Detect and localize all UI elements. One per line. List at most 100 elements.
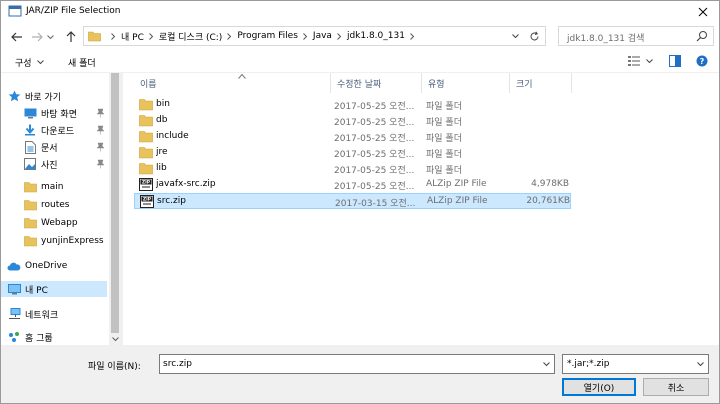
nav-label: 문서 [41,143,58,154]
column-type-label: 유형 [428,79,445,90]
column-header-type[interactable]: 유형 [422,73,510,93]
filetype-value: *.jar;*.zip [567,359,610,369]
pin-icon [96,125,105,135]
nav-item-yunjinexpress[interactable]: yunjinExpress [23,233,107,249]
organize-button[interactable]: 구성 [15,56,44,69]
filename-input[interactable]: src.zip [163,359,192,369]
nav-item-desktop[interactable]: 바탕 화면 [23,105,107,121]
help-button[interactable]: ? [696,55,708,67]
column-header-date[interactable]: 수정한 날짜 [331,73,422,93]
filetype-select[interactable]: *.jar;*.zip [562,354,709,374]
chevron-down-icon [696,361,704,366]
title-bar: JAR/ZIP File Selection [1,1,719,23]
search-icon [696,31,707,42]
window-title: JAR/ZIP File Selection [26,6,121,16]
search-input[interactable]: jdk1.8.0_131 검색 [567,31,644,44]
nav-scrollbar-thumb[interactable] [111,73,119,333]
nav-item-routes[interactable]: routes [23,197,107,213]
nav-item-network[interactable]: 네트워크 [7,306,113,322]
pin-icon [96,159,105,169]
folder-icon [139,163,153,175]
filetype-dropdown[interactable] [695,359,705,369]
file-type: ALZip ZIP File [426,179,487,189]
nav-label: 내 PC [25,285,48,296]
nav-item-this-pc[interactable]: 내 PC [1,281,107,297]
filename-field[interactable]: src.zip [159,354,555,374]
cancel-button[interactable]: 취소 [643,378,709,396]
file-row-include[interactable]: include 2017-05-25 오전... 파일 폴더 [134,129,571,145]
open-button[interactable]: 열기(O) [562,378,636,396]
forward-arrow-icon [32,32,43,42]
file-name: bin [156,99,170,109]
preview-pane-button[interactable] [669,55,681,67]
address-row: 내 PC 로컬 디스크 (C:) Program Files Java jdk1… [1,23,719,51]
address-bar[interactable]: 내 PC 로컬 디스크 (C:) Program Files Java jdk1… [83,26,546,46]
folder-icon [23,234,37,248]
file-row-db[interactable]: db 2017-05-25 오전... 파일 폴더 [134,113,571,129]
nav-scrollbar[interactable] [109,73,121,345]
nav-item-documents[interactable]: 문서 [23,139,107,155]
file-name: jre [156,147,168,157]
breadcrumb-local-disk[interactable]: 로컬 디스크 (C:) [159,30,222,43]
breadcrumb-jdk[interactable]: jdk1.8.0_131 [347,31,405,41]
file-date: 2017-05-25 오전... [334,150,415,160]
breadcrumb-java[interactable]: Java [313,31,332,41]
new-folder-button[interactable]: 새 폴더 [68,56,96,69]
nav-label: 사진 [41,160,58,171]
view-options-button[interactable] [627,55,653,67]
refresh-button[interactable] [527,29,541,43]
nav-item-main[interactable]: main [23,179,107,195]
breadcrumb-this-pc[interactable]: 내 PC [121,30,144,43]
nav-label: 홈 그룹 [25,333,53,344]
breadcrumb-program-files[interactable]: Program Files [237,31,298,41]
file-row-bin[interactable]: bin 2017-05-25 오전... 파일 폴더 [134,97,571,113]
folder-icon [139,147,153,159]
file-type: ALZip ZIP File [427,196,488,206]
column-date-label: 수정한 날짜 [337,79,382,90]
file-row-lib[interactable]: lib 2017-05-25 오전... 파일 폴더 [134,161,571,177]
nav-item-pictures[interactable]: 사진 [23,156,107,172]
nav-quick-access[interactable]: 바로 가기 [7,88,113,104]
recent-locations-button[interactable] [45,29,55,45]
filename-history-dropdown[interactable] [541,359,551,369]
pin-icon [96,142,105,152]
file-row-src-zip[interactable]: ZIP src.zip 2017-03-15 오전... ALZip ZIP F… [134,193,571,209]
back-button[interactable] [9,29,25,45]
nav-label: 바로 가기 [25,92,61,103]
file-name: src.zip [157,196,186,206]
nav-label: main [41,182,64,192]
file-date: 2017-03-15 오전... [335,199,416,209]
file-date: 2017-05-25 오전... [334,182,415,192]
file-type: 파일 폴더 [426,166,462,176]
search-box[interactable]: jdk1.8.0_131 검색 [558,26,714,46]
close-button[interactable] [693,2,713,22]
file-list-pane: 이름 수정한 날짜 유형 크기 bin 2017-05-25 오전... 파일 … [123,73,719,345]
folder-icon [23,216,37,230]
refresh-icon [530,31,538,40]
column-header-name[interactable]: 이름 [134,73,331,93]
address-history-dropdown[interactable] [509,30,521,42]
pin-icon [96,108,105,118]
up-button[interactable] [63,29,79,45]
chevron-right-icon [149,32,154,40]
nav-item-downloads[interactable]: 다운로드 [23,122,107,138]
folder-icon [23,198,37,212]
forward-button[interactable] [29,29,45,45]
folder-icon [88,31,101,42]
nav-item-homegroup[interactable]: 홈 그룹 [7,329,113,345]
file-name: include [156,131,189,141]
star-icon [7,89,21,103]
filename-label: 파일 이름(N): [88,362,141,372]
file-row-jre[interactable]: jre 2017-05-25 오전... 파일 폴더 [134,145,571,161]
new-folder-label: 새 폴더 [68,59,96,69]
view-list-icon [628,56,640,66]
nav-label: Webapp [41,218,78,228]
preview-pane-icon [669,55,681,67]
organize-label: 구성 [15,59,32,69]
nav-item-webapp[interactable]: Webapp [23,215,107,231]
scroll-down-arrow[interactable] [109,333,121,345]
nav-item-onedrive[interactable]: OneDrive [7,258,113,274]
file-row-javafx-src-zip[interactable]: ZIP javafx-src.zip 2017-05-25 오전... ALZi… [134,177,571,193]
column-name-label: 이름 [140,79,157,90]
column-header-size[interactable]: 크기 [510,73,572,93]
